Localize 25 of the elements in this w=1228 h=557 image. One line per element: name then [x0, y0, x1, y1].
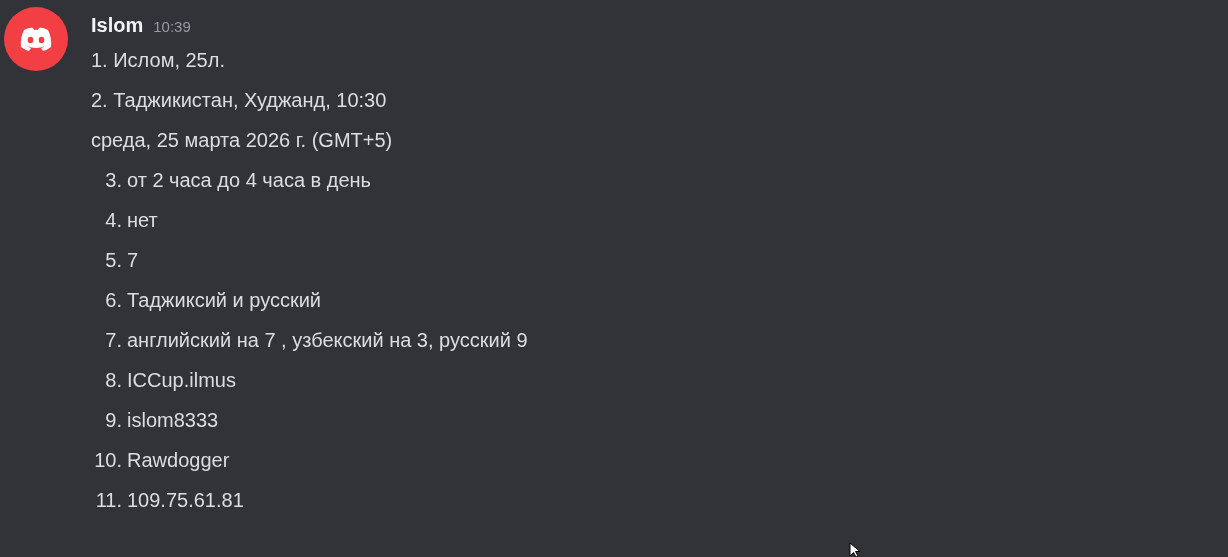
list-number: 7. — [104, 328, 123, 353]
list-number: 8. — [104, 368, 123, 393]
list-item-text: 7 — [127, 248, 139, 273]
list-item-text: Таджиксий и русский — [127, 288, 322, 313]
list-item-text: от 2 часа до 4 часа в день — [127, 168, 371, 193]
list-number: 10. — [93, 448, 123, 473]
message-text: среда, 25 марта 2026 г. (GMT+5) — [91, 128, 393, 153]
list-number: 4. — [104, 208, 123, 233]
list-number: 11. — [94, 488, 123, 513]
list-number: 3. — [104, 168, 123, 193]
message-text: 2. Таджикистан, Худжанд, 10:30 — [91, 88, 387, 113]
message-text: 1. Ислом, 25л. — [91, 48, 225, 73]
username[interactable]: Islom — [91, 10, 144, 40]
avatar-icon[interactable] — [4, 7, 68, 71]
timestamp: 10:39 — [153, 17, 191, 37]
list-item-text: 109.75.61.81 — [127, 488, 244, 513]
cursor-icon — [849, 542, 862, 557]
list-item-text: Rawdogger — [127, 448, 230, 473]
list-item-text: islom8333 — [127, 408, 219, 433]
list-number: 5. — [104, 248, 123, 273]
list-item-text: нет — [127, 208, 158, 233]
list-item-text: английский на 7 , узбекский на 3, русский 9 — [127, 328, 528, 353]
list-item-text: ICCup.ilmus — [127, 368, 236, 393]
list-number: 9. — [104, 408, 123, 433]
list-number: 6. — [104, 288, 123, 313]
